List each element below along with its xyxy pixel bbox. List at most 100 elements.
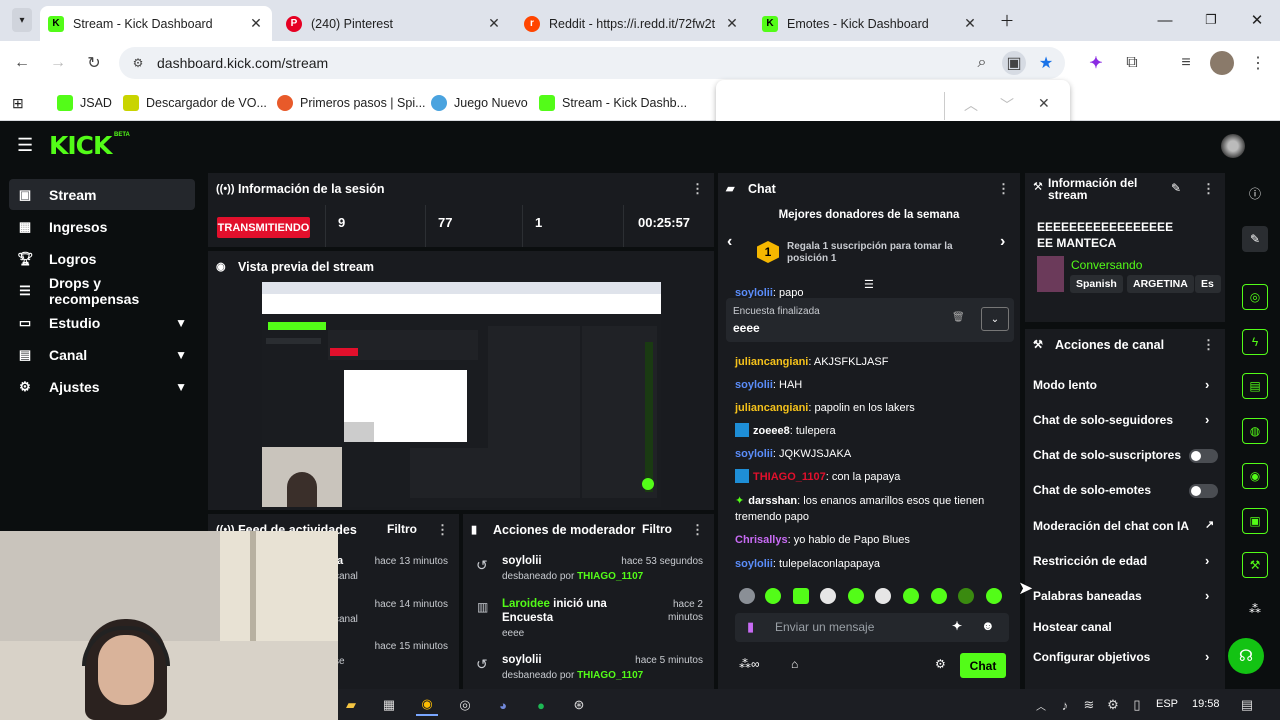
window-close-icon[interactable]: ✕ xyxy=(1234,0,1280,40)
filter-button[interactable]: Filtro xyxy=(387,522,417,536)
clock[interactable]: 19:58 xyxy=(1192,698,1220,710)
chat-username[interactable]: darsshan xyxy=(748,495,797,507)
collapse-poll-icon[interactable]: ⌄ xyxy=(981,307,1009,331)
trash-icon[interactable]: 🗑︎ xyxy=(952,312,965,323)
filter-button[interactable]: Filtro xyxy=(642,522,672,536)
kick-emote-icon[interactable]: ✦ xyxy=(952,619,962,633)
emote-icon[interactable] xyxy=(848,588,864,604)
more-options-icon[interactable]: ⋮ xyxy=(1202,337,1215,353)
chat-username[interactable]: zoeee8 xyxy=(753,425,790,437)
sidebar-item-ingresos[interactable]: ▦ Ingresos xyxy=(9,211,195,242)
chat-username[interactable]: Chrisallys xyxy=(735,534,788,546)
close-tab-icon[interactable]: ✕ xyxy=(962,15,978,32)
chevron-right-icon[interactable]: › xyxy=(1000,233,1005,251)
action-hostear-canal[interactable]: Hostear canal xyxy=(1033,620,1112,634)
more-options-icon[interactable]: ⋮ xyxy=(691,522,704,538)
action-configurar-objetivos[interactable]: Configurar objetivos xyxy=(1033,650,1150,664)
chevron-right-icon[interactable]: › xyxy=(1205,377,1209,392)
category-link[interactable]: Conversando xyxy=(1071,258,1142,272)
close-tab-icon[interactable]: ✕ xyxy=(724,15,740,32)
sidebar-item-drops[interactable]: ☰ Drops y recompensas xyxy=(9,275,195,307)
chat-username[interactable]: juliancangiani xyxy=(735,356,808,368)
emoji-icon[interactable]: ☻ xyxy=(981,618,995,633)
chevron-left-icon[interactable]: ‹ xyxy=(727,233,732,251)
chat-username[interactable]: soylolii xyxy=(735,448,773,460)
find-close-icon[interactable]: ✕ xyxy=(1038,95,1050,112)
emote-icon[interactable] xyxy=(793,588,809,604)
store-app-icon[interactable]: ▦ xyxy=(378,694,400,716)
tab-stream[interactable]: K Stream - Kick Dashboard ✕ xyxy=(40,6,272,41)
emote-icon[interactable] xyxy=(931,588,947,604)
emote-icon[interactable] xyxy=(958,588,974,604)
chat-icon[interactable]: ◍ xyxy=(1242,418,1268,444)
obs-icon[interactable]: ◎ xyxy=(454,694,476,716)
mod-item-by[interactable]: THIAGO_1107 xyxy=(577,670,643,681)
notifications-icon[interactable]: ▤ xyxy=(1236,694,1258,716)
sidebar-item-stream[interactable]: ▣ Stream xyxy=(9,179,195,210)
sidebar-item-estudio[interactable]: ▭ Estudio ▼ xyxy=(9,307,195,338)
share-icon[interactable]: ⁂ xyxy=(1242,596,1268,622)
kick-logo[interactable]: KICK xyxy=(49,131,112,160)
bookmark-primeros-pasos[interactable]: Primeros pasos | Spi... xyxy=(277,92,426,114)
emote-icon[interactable] xyxy=(903,588,919,604)
broadcast-signal-icon[interactable]: ◉ xyxy=(1242,463,1268,489)
points-icon[interactable]: ⁂∞ xyxy=(739,657,760,671)
tag-es[interactable]: Es xyxy=(1195,275,1221,293)
emote-icon[interactable] xyxy=(986,588,1002,604)
solo-suscriptores-toggle[interactable] xyxy=(1189,449,1218,463)
file-explorer-icon[interactable]: ▰ xyxy=(340,694,362,716)
chat-settings-gear-icon[interactable]: ⚙ xyxy=(935,657,946,671)
chevron-right-icon[interactable]: › xyxy=(1205,588,1209,603)
minimize-icon[interactable]: — xyxy=(1142,0,1188,40)
tag-argetina[interactable]: ARGETINA xyxy=(1127,275,1194,293)
language-indicator[interactable]: ESP xyxy=(1156,698,1178,710)
mod-item-user[interactable]: Laroidee xyxy=(502,598,550,610)
chevron-right-icon[interactable]: › xyxy=(1205,649,1209,664)
action-moderacion-ia[interactable]: Moderación del chat con IA xyxy=(1033,519,1189,533)
mod-item-user[interactable]: soylolii xyxy=(502,555,542,567)
app-icon[interactable]: ⊛ xyxy=(568,694,590,716)
find-previous-icon[interactable]: ︿ xyxy=(964,95,978,115)
solo-emotes-toggle[interactable] xyxy=(1189,484,1218,498)
tray-chevron-icon[interactable]: ︿ xyxy=(1030,694,1052,716)
wifi-icon[interactable]: ≋ xyxy=(1078,694,1100,716)
volume-icon[interactable]: ♪ xyxy=(1054,694,1076,716)
find-input[interactable] xyxy=(726,92,936,120)
layout-icon[interactable]: ▣ xyxy=(1242,508,1268,534)
bookmark-stream-kick[interactable]: Stream - Kick Dashb... xyxy=(539,92,687,114)
mic-icon[interactable]: ▮ xyxy=(747,619,754,635)
emote-icon[interactable] xyxy=(875,588,891,604)
bookmark-jsad[interactable]: JSAD xyxy=(57,92,112,114)
reload-icon[interactable]: ↻ xyxy=(82,51,106,75)
hamburger-menu-icon[interactable]: ☰ xyxy=(17,135,33,156)
chat-input[interactable]: ▮ Enviar un mensaje ✦ ☻ xyxy=(735,613,1009,642)
camera-scan-icon[interactable]: ◎ xyxy=(1242,284,1268,310)
store-icon[interactable]: ⌂ xyxy=(791,657,798,671)
chat-username[interactable]: juliancangiani xyxy=(735,402,808,414)
bookmark-star-icon[interactable]: ★ xyxy=(1034,51,1058,75)
close-tab-icon[interactable]: ✕ xyxy=(248,15,264,32)
more-options-icon[interactable]: ⋮ xyxy=(691,181,704,197)
mod-item-user[interactable]: soylolii xyxy=(502,654,542,666)
extensions-puzzle-icon[interactable]: ⧉ xyxy=(1120,51,1144,75)
more-options-icon[interactable]: ⋮ xyxy=(997,181,1010,197)
bookmark-descargador[interactable]: Descargador de VO... xyxy=(123,92,267,114)
chevron-right-icon[interactable]: › xyxy=(1205,412,1209,427)
external-link-icon[interactable]: ↗ xyxy=(1205,518,1214,531)
tab-pinterest[interactable]: P (240) Pinterest ✕ xyxy=(278,6,510,41)
spotify-icon[interactable]: ● xyxy=(530,694,552,716)
chevron-right-icon[interactable]: › xyxy=(1205,553,1209,568)
action-restriccion-edad[interactable]: Restricción de edad xyxy=(1033,554,1147,568)
edit-icon[interactable]: ✎ xyxy=(1242,226,1268,252)
back-icon[interactable]: ← xyxy=(10,51,34,75)
emote-icon[interactable] xyxy=(765,588,781,604)
sidebar-item-ajustes[interactable]: ⚙ Ajustes ▼ xyxy=(9,371,195,402)
chat-username[interactable]: soylolii xyxy=(735,379,773,391)
emote-icon[interactable] xyxy=(739,588,755,604)
zoom-icon[interactable]: ⌕ xyxy=(970,51,994,75)
user-avatar[interactable] xyxy=(1221,134,1245,158)
chat-username[interactable]: THIAGO_1107 xyxy=(753,471,826,483)
action-modo-lento[interactable]: Modo lento xyxy=(1033,378,1097,392)
apps-grid-icon[interactable]: ⊞ xyxy=(12,92,24,114)
chrome-icon[interactable]: ◉ xyxy=(416,694,438,716)
